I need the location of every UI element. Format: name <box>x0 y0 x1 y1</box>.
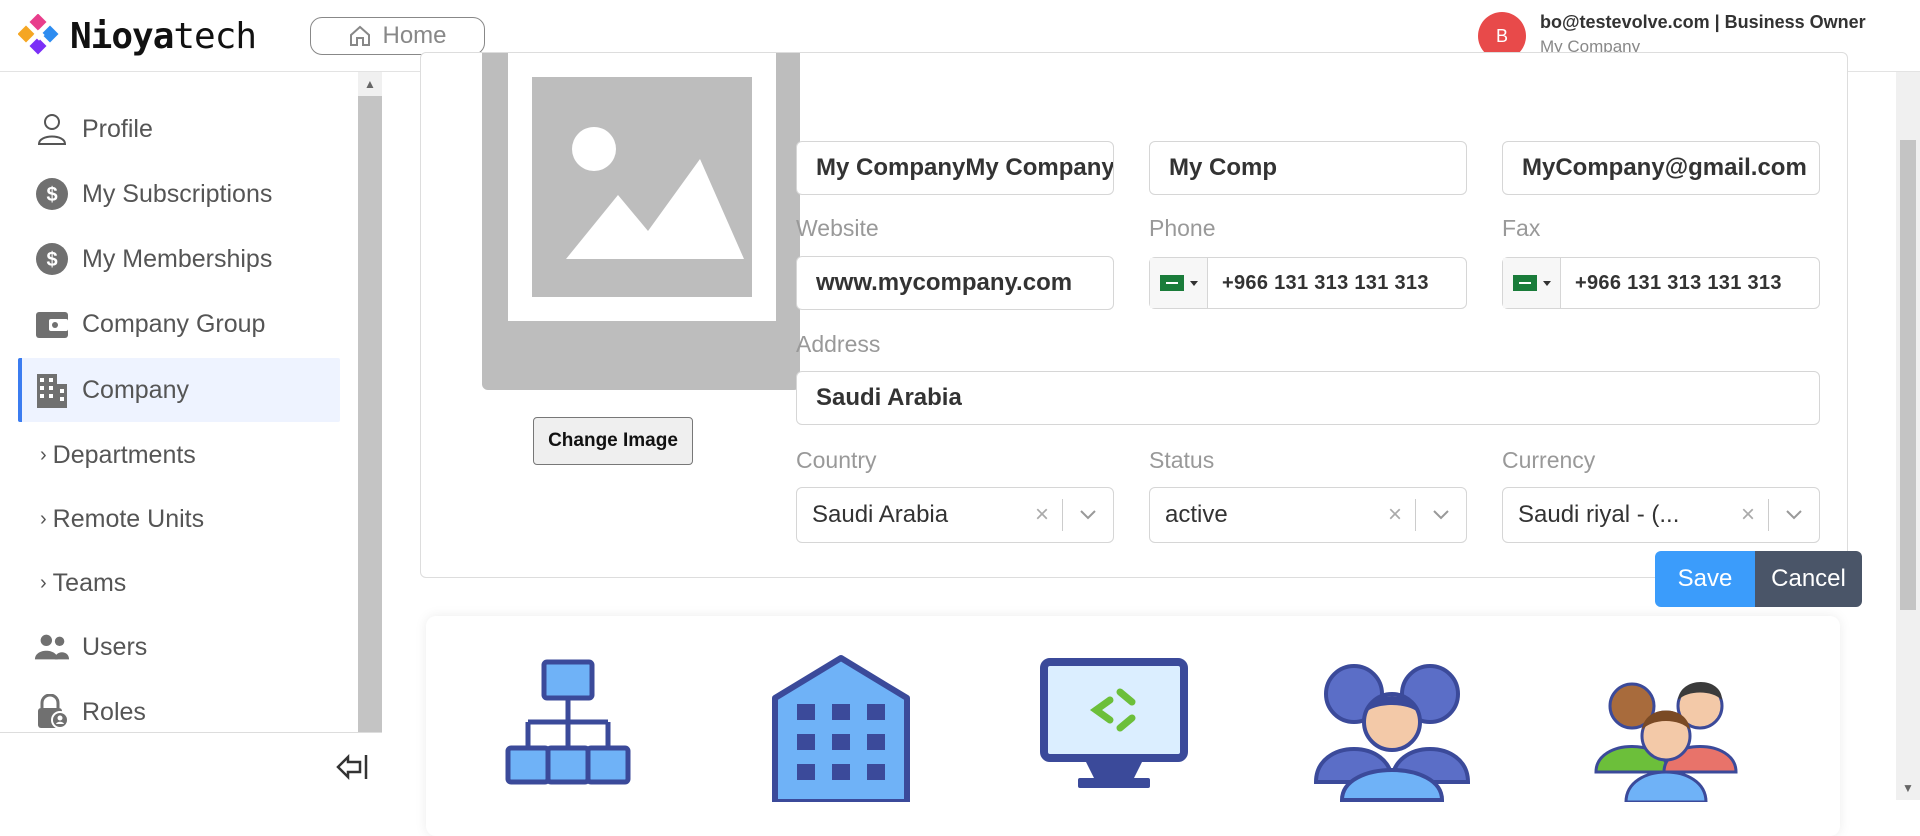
short-name-field[interactable]: My Comp <box>1149 141 1467 195</box>
users-group-icon[interactable] <box>1586 652 1746 804</box>
sidebar-item-label: My Memberships <box>82 244 273 273</box>
clear-icon[interactable]: × <box>1375 501 1415 529</box>
sidebar-nav: Profile $ My Subscriptions $ My Membersh… <box>0 72 358 732</box>
caret-down-icon <box>1189 280 1198 286</box>
sidebar-item-label: Company Group <box>82 309 266 338</box>
company-name-field[interactable]: My CompanyMy Company <box>796 141 1114 195</box>
website-label: Website <box>796 215 879 241</box>
remote-monitor-icon[interactable] <box>1034 652 1194 802</box>
sidebar-item-profile[interactable]: Profile <box>18 97 340 161</box>
fax-field[interactable]: +966 131 313 131 313 <box>1502 257 1820 309</box>
scroll-down-arrow-icon[interactable]: ▼ <box>1896 776 1920 800</box>
chevron-right-icon: › <box>40 443 47 466</box>
country-code-select[interactable] <box>1503 258 1561 308</box>
country-code-select[interactable] <box>1150 258 1208 308</box>
building-icon <box>34 372 70 408</box>
sidebar-subitem-remote-units[interactable]: › Remote Units <box>40 494 204 544</box>
currency-value: Saudi riyal - (... <box>1518 501 1680 528</box>
collapse-sidebar-icon[interactable] <box>334 749 370 785</box>
sidebar-item-label: Company <box>82 375 189 404</box>
logo-text: Nioyatech <box>70 15 257 57</box>
team-icon[interactable] <box>1312 652 1472 802</box>
sidebar-item-label: Profile <box>82 114 153 143</box>
fax-value[interactable]: +966 131 313 131 313 <box>1561 272 1782 295</box>
sidebar-item-label: Roles <box>82 697 146 726</box>
home-icon <box>350 25 371 46</box>
phone-value[interactable]: +966 131 313 131 313 <box>1208 272 1429 295</box>
status-label: Status <box>1149 447 1215 473</box>
sidebar-subitem-label: Remote Units <box>52 504 205 533</box>
phone-label: Phone <box>1149 215 1216 241</box>
sidebar-scrollbar[interactable]: ▲ <box>358 72 382 732</box>
sidebar-subitem-departments[interactable]: › Departments <box>40 430 196 480</box>
user-icon <box>34 111 70 147</box>
main-content: Change Image My CompanyMy Company My Com… <box>382 52 1896 836</box>
sidebar-item-company-group[interactable]: Company Group <box>18 292 340 356</box>
sidebar: Profile $ My Subscriptions $ My Membersh… <box>0 72 382 800</box>
logo[interactable]: Nioyatech <box>18 14 257 58</box>
page-scrollbar-thumb[interactable] <box>1900 140 1916 610</box>
chevron-right-icon: › <box>40 507 47 530</box>
user-email-role: bo@testevolve.com | Business Owner <box>1540 12 1866 32</box>
sidebar-footer <box>0 732 382 800</box>
sidebar-item-company[interactable]: Company <box>18 358 340 422</box>
sidebar-subitem-label: Departments <box>52 440 196 469</box>
scroll-up-arrow-icon[interactable]: ▲ <box>358 72 382 96</box>
clear-icon[interactable]: × <box>1022 501 1062 529</box>
save-button[interactable]: Save <box>1655 551 1755 607</box>
caret-down-icon <box>1542 280 1551 286</box>
sidebar-subitem-teams[interactable]: › Teams <box>40 558 126 608</box>
cancel-button[interactable]: Cancel <box>1755 551 1862 607</box>
users-icon <box>34 629 70 665</box>
svg-text:$: $ <box>46 184 57 206</box>
home-label: Home <box>382 22 447 49</box>
change-image-button[interactable]: Change Image <box>533 417 693 465</box>
website-field[interactable]: www.mycompany.com <box>796 256 1114 310</box>
clear-icon[interactable]: × <box>1728 501 1768 529</box>
org-chart-icon[interactable] <box>488 652 648 802</box>
page-scrollbar[interactable]: ▼ <box>1896 72 1920 800</box>
wallet-icon <box>34 306 70 342</box>
dollar-icon: $ <box>34 241 70 277</box>
email-field[interactable]: MyCompany@gmail.com <box>1502 141 1820 195</box>
address-label: Address <box>796 331 881 357</box>
building-icon[interactable] <box>761 652 921 805</box>
chevron-down-icon[interactable] <box>1769 509 1819 521</box>
sidebar-scrollbar-thumb[interactable] <box>362 100 378 728</box>
chevron-right-icon: › <box>40 571 47 594</box>
home-button[interactable]: Home <box>310 17 485 55</box>
image-placeholder-icon <box>508 53 776 321</box>
sidebar-item-label: Users <box>82 632 148 661</box>
company-edit-card: Change Image My CompanyMy Company My Com… <box>420 52 1862 607</box>
currency-select[interactable]: Saudi riyal - (... × <box>1502 487 1820 543</box>
sidebar-item-my-subscriptions[interactable]: $ My Subscriptions <box>18 162 340 226</box>
sidebar-subitem-label: Teams <box>52 568 127 597</box>
phone-field[interactable]: +966 131 313 131 313 <box>1149 257 1467 309</box>
address-field[interactable]: Saudi Arabia <box>796 371 1820 425</box>
chevron-down-icon[interactable] <box>1416 509 1466 521</box>
saudi-flag-icon <box>1512 275 1537 291</box>
country-label: Country <box>796 447 877 473</box>
status-value: active <box>1165 501 1228 528</box>
sidebar-item-users[interactable]: Users <box>18 615 340 679</box>
dollar-icon: $ <box>34 176 70 212</box>
logo-mark-icon <box>18 14 59 55</box>
sidebar-item-roles[interactable]: Roles <box>18 680 340 732</box>
fax-label: Fax <box>1502 215 1541 241</box>
lock-user-icon <box>34 694 70 730</box>
sidebar-item-label: My Subscriptions <box>82 179 273 208</box>
svg-text:$: $ <box>46 249 57 271</box>
feature-tiles <box>426 616 1840 836</box>
company-image <box>482 53 800 390</box>
country-value: Saudi Arabia <box>812 501 949 528</box>
saudi-flag-icon <box>1159 275 1184 291</box>
status-select[interactable]: active × <box>1149 487 1467 543</box>
country-select[interactable]: Saudi Arabia × <box>796 487 1114 543</box>
chevron-down-icon[interactable] <box>1063 509 1113 521</box>
sidebar-item-my-memberships[interactable]: $ My Memberships <box>18 227 340 291</box>
currency-label: Currency <box>1502 447 1596 473</box>
